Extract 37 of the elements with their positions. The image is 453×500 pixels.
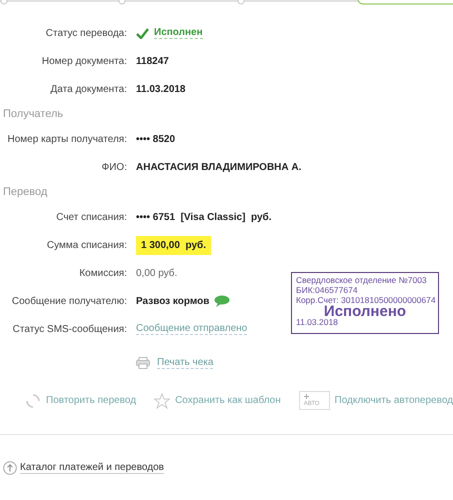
field-value: •••• 8520 bbox=[136, 134, 176, 144]
stamp-text: БИК:046577674 bbox=[296, 285, 359, 295]
field-value: 0,00 руб. bbox=[136, 268, 178, 278]
check-icon bbox=[136, 28, 149, 38]
field-label: ФИО: bbox=[100, 162, 127, 172]
star-icon bbox=[154, 392, 170, 408]
field-label: Сообщение получателю: bbox=[10, 296, 127, 306]
stamp-text: Корр.Счет: 30101810500000000674 bbox=[296, 295, 434, 305]
refresh-icon bbox=[25, 392, 41, 408]
status-value: Исполнен bbox=[154, 27, 203, 39]
message-value: Развоз кормов bbox=[136, 296, 210, 306]
stamp-date: 11.03.2018 bbox=[296, 318, 339, 327]
field-label: Номер карты получателя: bbox=[6, 134, 127, 144]
catalog-link[interactable]: Каталог платежей и переводов bbox=[20, 462, 164, 474]
field-label: Сумма списания: bbox=[46, 240, 127, 250]
action-link[interactable]: Повторить перевод bbox=[46, 395, 136, 406]
action-link[interactable]: Подключить автоперевод bbox=[334, 395, 453, 406]
field-value: АНАСТАСИЯ ВЛАДИМИРОВНА А. bbox=[136, 162, 302, 172]
field-label: Статус перевода: bbox=[44, 28, 127, 38]
stamp-title: Исполнено bbox=[324, 305, 406, 318]
field-label: Счет списания: bbox=[55, 212, 127, 222]
section-heading: Получатель bbox=[2, 107, 64, 122]
field-label: Дата документа: bbox=[50, 84, 127, 94]
printer-icon bbox=[136, 357, 150, 369]
stamp-text: Свердловское отделение №7003 bbox=[296, 275, 428, 285]
field-label: Комиссия: bbox=[78, 268, 127, 278]
field-value: 11.03.2018 bbox=[136, 84, 186, 94]
field-label: Статус SMS-сообщения: bbox=[12, 324, 127, 334]
action-link[interactable]: Сохранить как шаблон bbox=[175, 395, 281, 406]
field-value: 118247 bbox=[136, 56, 169, 66]
print-receipt-link[interactable]: Печать чека bbox=[157, 357, 214, 369]
field-value: •••• 6751 [Visa Classic] руб. bbox=[136, 212, 272, 222]
section-heading: Перевод bbox=[2, 185, 48, 200]
sms-status-link[interactable]: Сообщение отправлено bbox=[136, 323, 248, 335]
speech-bubble-icon bbox=[214, 295, 230, 307]
amount-value: 1 300,00 руб. bbox=[136, 236, 211, 254]
field-label: Номер документа: bbox=[40, 56, 127, 66]
